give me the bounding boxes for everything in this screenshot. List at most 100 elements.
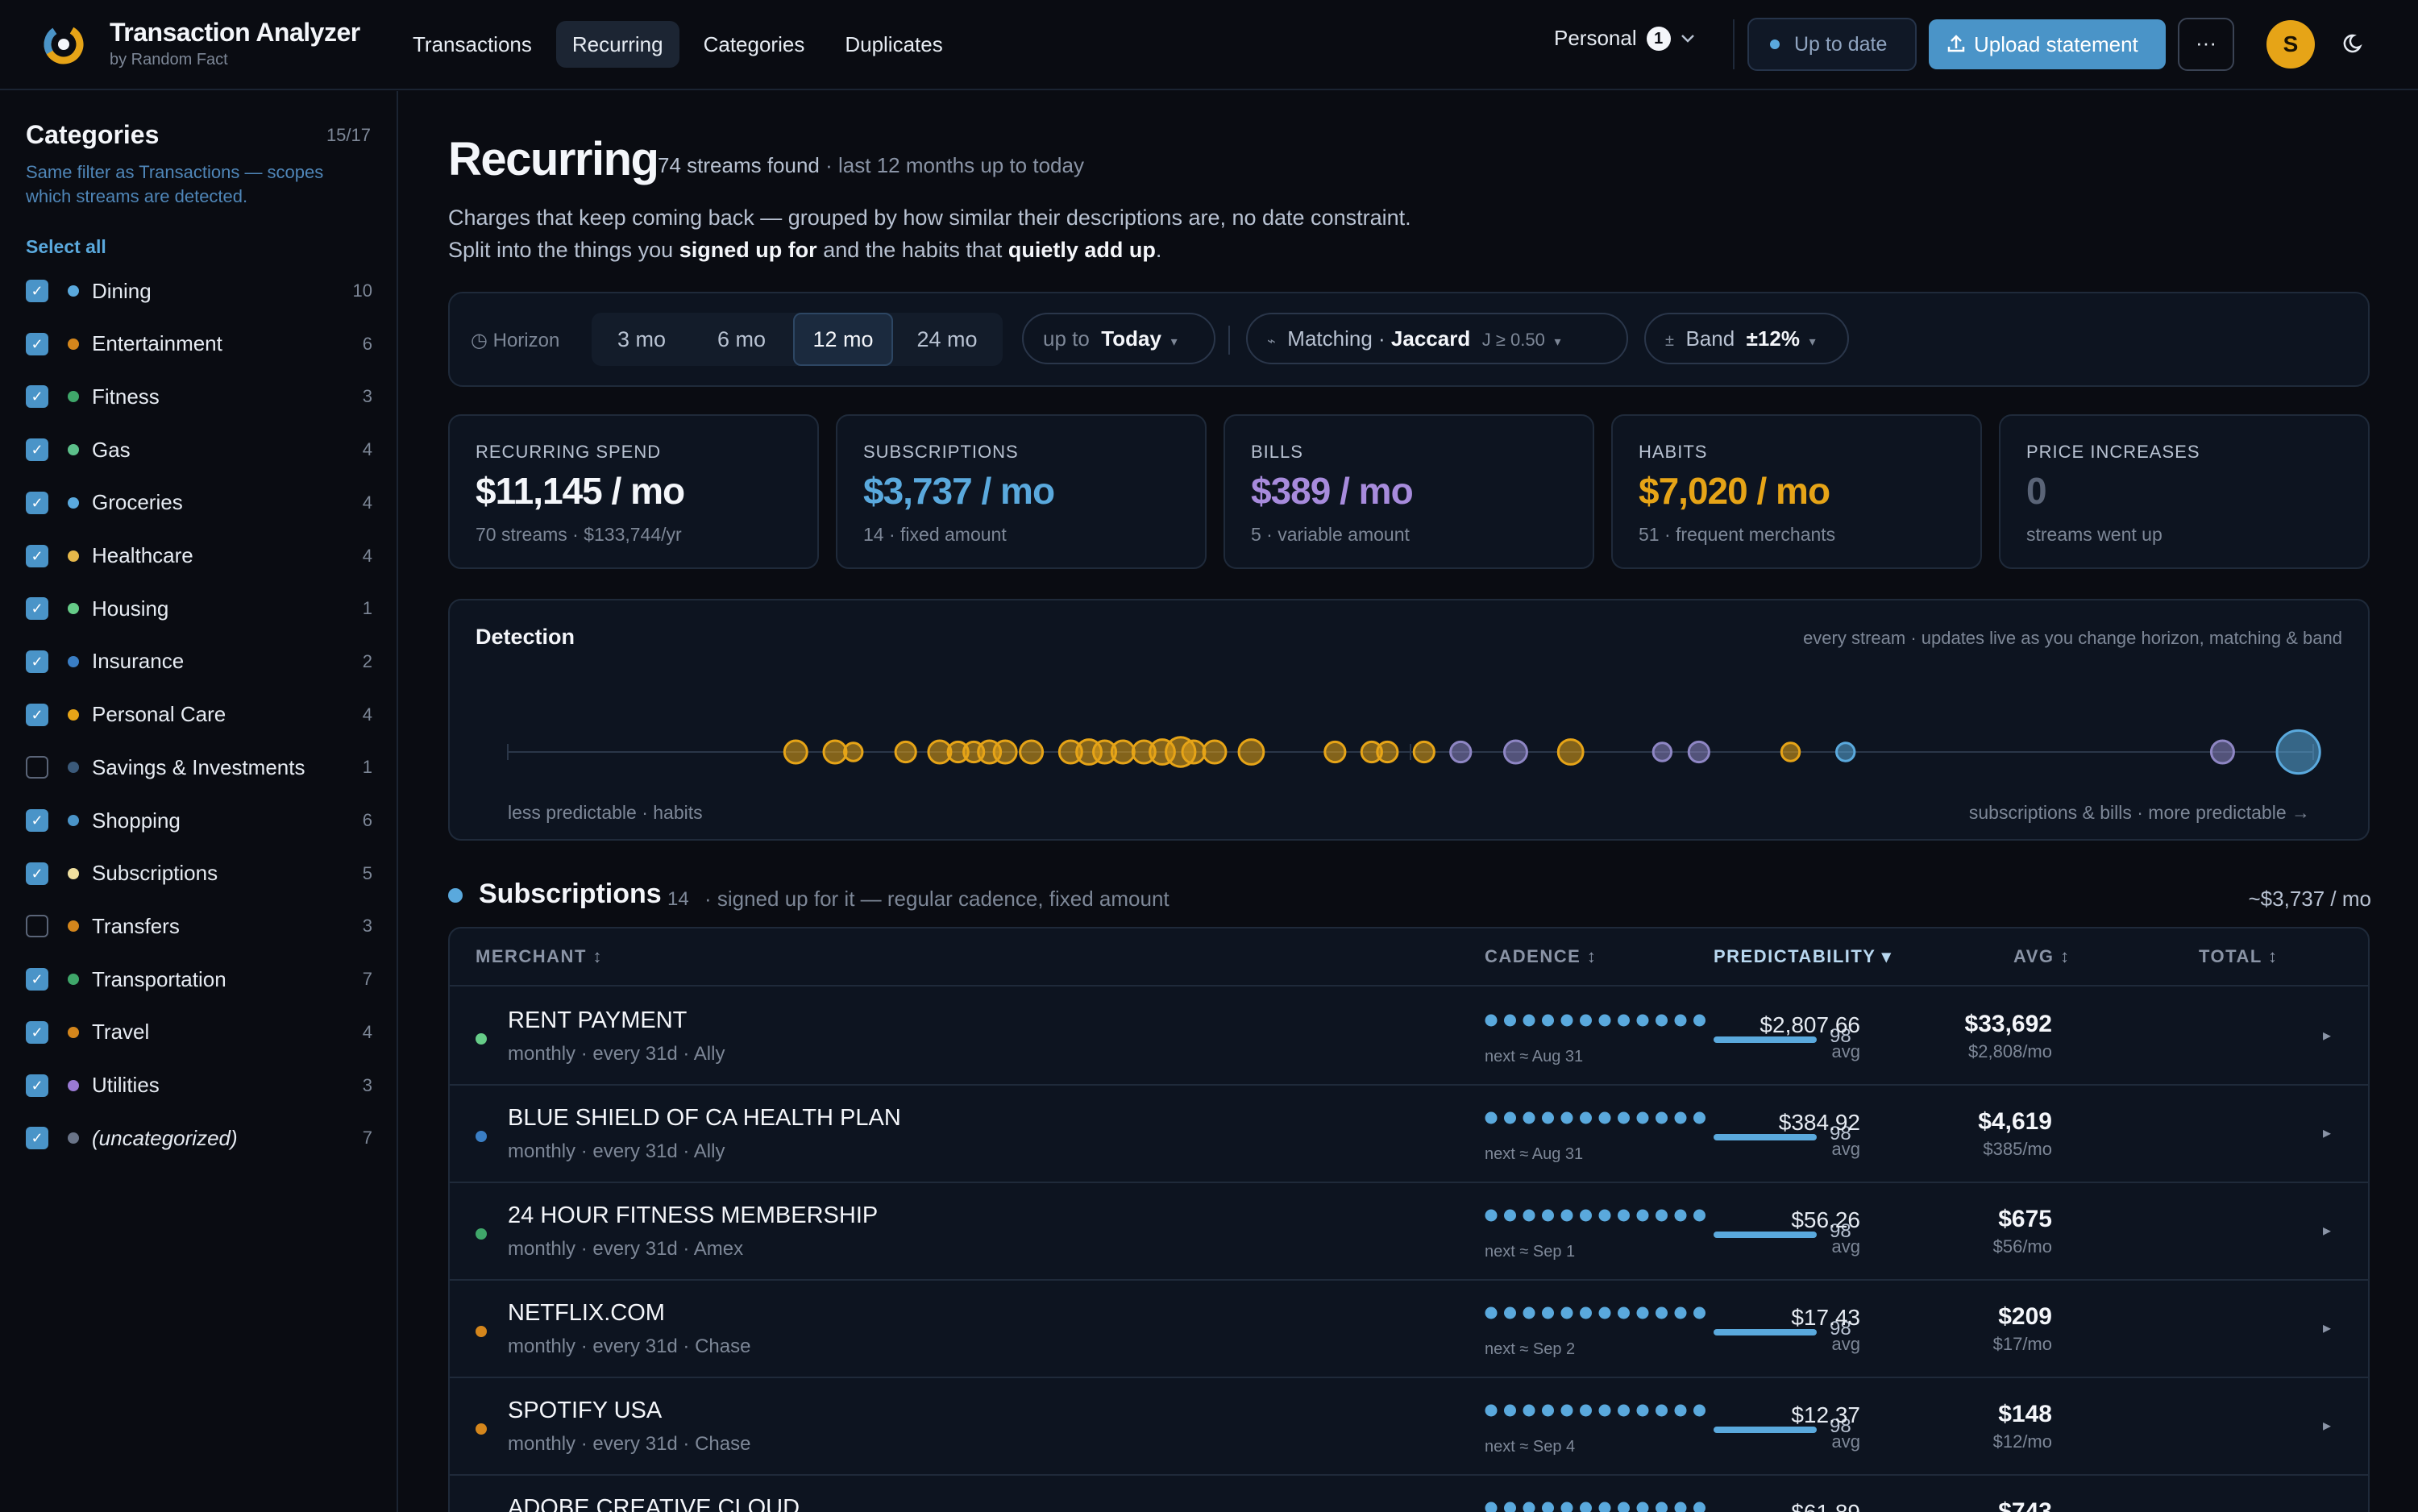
stream-dot[interactable] bbox=[1502, 739, 1528, 765]
stream-dot[interactable] bbox=[783, 739, 808, 765]
table-row[interactable]: ADOBE CREATIVE CLOUD$61.89$743▸ bbox=[450, 1476, 2368, 1512]
category-item[interactable]: ✓ (uncategorized) 7 bbox=[26, 1118, 372, 1158]
category-item[interactable]: ✓ Shopping 6 bbox=[26, 800, 372, 841]
col-predictability[interactable]: PREDICTABILITY ▾ bbox=[1714, 946, 1892, 967]
expand-arrow-icon[interactable]: ▸ bbox=[2323, 1318, 2331, 1338]
checkbox[interactable]: ✓ bbox=[26, 597, 48, 621]
checkbox[interactable]: ✓ bbox=[26, 280, 48, 302]
category-color-dot bbox=[68, 338, 79, 350]
up-to-dropdown[interactable]: up to Today ▾ bbox=[1022, 313, 1215, 364]
stream-dot[interactable] bbox=[1323, 740, 1347, 764]
checkbox[interactable]: ✓ bbox=[26, 438, 48, 462]
table-row[interactable]: SPOTIFY USA monthly · every 31d · Chase ne… bbox=[450, 1378, 2368, 1476]
category-item[interactable]: ✓ Insurance 2 bbox=[26, 642, 372, 682]
col-total[interactable]: TOTAL ↕ bbox=[2199, 946, 2279, 967]
category-item[interactable]: ✓ Groceries 4 bbox=[26, 483, 372, 523]
more-menu-button[interactable]: ··· bbox=[2178, 18, 2234, 71]
category-item[interactable]: ✓ Entertainment 6 bbox=[26, 324, 372, 364]
category-color-dot bbox=[68, 444, 79, 456]
checkbox[interactable]: ✓ bbox=[26, 1020, 48, 1044]
expand-arrow-icon[interactable]: ▸ bbox=[2323, 1415, 2331, 1435]
category-item[interactable]: Savings & Investments 1 bbox=[26, 747, 372, 787]
checkbox[interactable]: ✓ bbox=[26, 650, 48, 673]
checkbox[interactable] bbox=[26, 756, 48, 779]
profile-selector[interactable]: Personal 1 bbox=[1554, 26, 1695, 51]
category-item[interactable]: ✓ Dining 10 bbox=[26, 271, 372, 311]
stream-dot[interactable] bbox=[1835, 741, 1856, 762]
per-month: $385/mo bbox=[1983, 1139, 2052, 1159]
stream-dot[interactable] bbox=[992, 739, 1018, 765]
checkbox[interactable]: ✓ bbox=[26, 332, 48, 355]
col-cadence[interactable]: CADENCE ↕ bbox=[1485, 946, 1597, 967]
stream-dot[interactable] bbox=[1449, 740, 1473, 764]
stream-dot[interactable] bbox=[1651, 741, 1673, 762]
category-item[interactable]: ✓ Subscriptions 5 bbox=[26, 854, 372, 894]
category-item[interactable]: ✓ Transportation 7 bbox=[26, 959, 372, 999]
stream-dot[interactable] bbox=[1376, 740, 1399, 764]
checkbox[interactable]: ✓ bbox=[26, 491, 48, 514]
checkbox[interactable]: ✓ bbox=[26, 1074, 48, 1097]
stream-dot[interactable] bbox=[1556, 738, 1585, 766]
category-item[interactable]: ✓ Utilities 3 bbox=[26, 1065, 372, 1106]
category-item[interactable]: Transfers 3 bbox=[26, 906, 372, 946]
category-item[interactable]: ✓ Travel 4 bbox=[26, 1012, 372, 1053]
table-row[interactable]: RENT PAYMENT monthly · every 31d · Ally ne… bbox=[450, 988, 2368, 1086]
description-line-2: Split into the things you signed up for … bbox=[448, 238, 1162, 262]
stream-dot[interactable] bbox=[1019, 739, 1045, 765]
matching-dropdown[interactable]: ⌁ Matching · Jaccard J ≥ 0.50 ▾ bbox=[1246, 313, 1628, 364]
checkbox[interactable]: ✓ bbox=[26, 809, 48, 832]
stream-dot[interactable] bbox=[2209, 739, 2235, 765]
upload-statement-button[interactable]: Upload statement bbox=[1929, 19, 2166, 69]
horizon-12mo[interactable]: 12 mo bbox=[793, 313, 893, 366]
stream-dot[interactable] bbox=[1780, 741, 1801, 762]
category-item[interactable]: ✓ Gas 4 bbox=[26, 430, 372, 470]
checkbox[interactable]: ✓ bbox=[26, 544, 48, 567]
checkbox[interactable] bbox=[26, 915, 48, 938]
stream-dot[interactable] bbox=[1687, 740, 1710, 764]
avatar[interactable]: S bbox=[2266, 20, 2315, 69]
nav-categories[interactable]: Categories bbox=[688, 21, 821, 68]
stream-dot[interactable] bbox=[1237, 738, 1265, 766]
select-all-link[interactable]: Select all bbox=[26, 236, 106, 258]
category-item[interactable]: ✓ Housing 1 bbox=[26, 588, 372, 629]
checkbox[interactable]: ✓ bbox=[26, 862, 48, 885]
stream-dot[interactable] bbox=[2275, 729, 2321, 775]
checkbox[interactable]: ✓ bbox=[26, 703, 48, 726]
stream-dot[interactable] bbox=[1110, 739, 1136, 765]
horizon-3mo[interactable]: 3 mo bbox=[592, 313, 692, 366]
brand[interactable]: Transaction Analyzer by Random Fact bbox=[110, 18, 360, 69]
category-item[interactable]: ✓ Healthcare 4 bbox=[26, 536, 372, 576]
nav-duplicates[interactable]: Duplicates bbox=[829, 21, 958, 68]
sync-status-button[interactable]: Up to date bbox=[1747, 18, 1917, 71]
table-row[interactable]: NETFLIX.COM monthly · every 31d · Chase ne… bbox=[450, 1281, 2368, 1378]
dark-mode-toggle-icon[interactable] bbox=[2342, 31, 2368, 56]
table-row[interactable]: BLUE SHIELD OF CA HEALTH PLAN monthly · e… bbox=[450, 1086, 2368, 1183]
horizon-6mo[interactable]: 6 mo bbox=[692, 313, 791, 366]
stream-dot[interactable] bbox=[1181, 739, 1207, 765]
cadence-dots bbox=[1485, 1502, 1705, 1512]
expand-arrow-icon[interactable]: ▸ bbox=[2323, 1025, 2331, 1045]
expand-arrow-icon[interactable]: ▸ bbox=[2323, 1220, 2331, 1240]
checkbox[interactable]: ✓ bbox=[26, 385, 48, 409]
expand-arrow-icon[interactable]: ▸ bbox=[2323, 1123, 2331, 1143]
horizon-24mo[interactable]: 24 mo bbox=[895, 313, 999, 366]
stream-dot[interactable] bbox=[822, 739, 848, 765]
stream-dot[interactable] bbox=[894, 740, 917, 764]
table-row[interactable]: 24 HOUR FITNESS MEMBERSHIP monthly · ever… bbox=[450, 1183, 2368, 1281]
nav-transactions[interactable]: Transactions bbox=[397, 21, 548, 68]
col-avg[interactable]: AVG ↕ bbox=[2013, 946, 2071, 967]
band-dropdown[interactable]: ± Band ±12% ▾ bbox=[1644, 313, 1849, 364]
category-color-dot bbox=[68, 603, 79, 615]
col-merchant[interactable]: MERCHANT ↕ bbox=[476, 946, 603, 967]
stream-dot[interactable] bbox=[1412, 740, 1435, 764]
merchant-color-dot bbox=[476, 1326, 487, 1337]
nav-recurring[interactable]: Recurring bbox=[555, 21, 679, 68]
category-item[interactable]: ✓ Fitness 3 bbox=[26, 376, 372, 417]
stream-dot[interactable] bbox=[843, 741, 864, 762]
category-item[interactable]: ✓ Personal Care 4 bbox=[26, 695, 372, 735]
avg-amount: $12.37 bbox=[1791, 1402, 1860, 1427]
checkbox[interactable]: ✓ bbox=[26, 1127, 48, 1150]
checkbox[interactable]: ✓ bbox=[26, 968, 48, 991]
avg-label: avg bbox=[1831, 1431, 1860, 1452]
stream-dot[interactable] bbox=[1202, 739, 1228, 765]
